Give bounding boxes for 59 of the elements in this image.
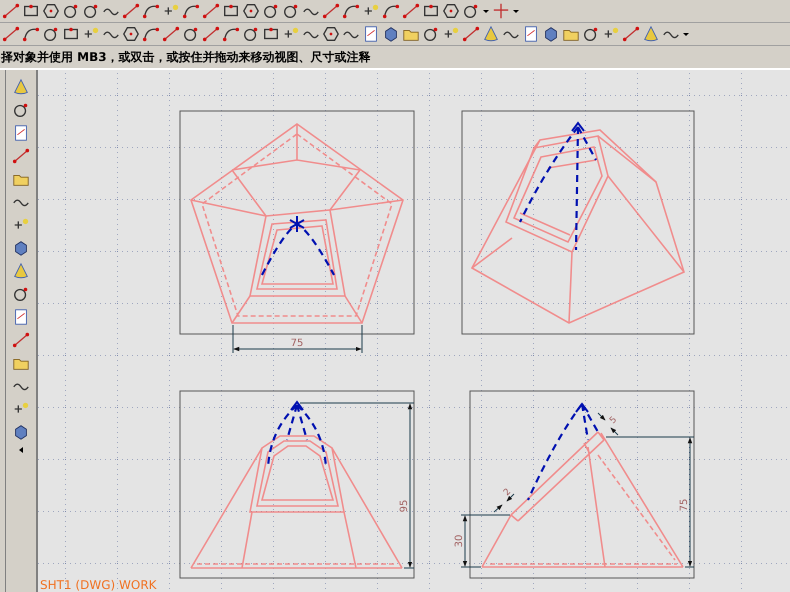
arc-icon[interactable] [142, 2, 160, 20]
dimension-label: 75 [679, 498, 690, 512]
line-icon[interactable] [622, 25, 640, 43]
hexagon-icon[interactable] [42, 2, 60, 20]
circle-icon[interactable] [62, 2, 80, 20]
document-icon[interactable] [522, 25, 540, 43]
circle-icon[interactable] [182, 25, 200, 43]
line-icon[interactable] [2, 25, 20, 43]
prompt-text: 择对象并使用 MB3，或双击，或按住并拖动来移动视图、尺寸或注释 [0, 48, 371, 66]
circle-icon[interactable] [582, 25, 600, 43]
cone-icon[interactable] [482, 25, 500, 43]
line-icon[interactable] [202, 25, 220, 43]
dimension-label: 5 [608, 415, 620, 426]
dimension-label: 30 [454, 534, 465, 548]
circle-icon[interactable] [422, 25, 440, 43]
dimension-line [494, 494, 514, 512]
line-icon[interactable] [122, 2, 140, 20]
cone-icon[interactable] [642, 25, 660, 43]
cone-icon[interactable] [12, 262, 30, 280]
circle-icon[interactable] [262, 2, 280, 20]
document-icon[interactable] [12, 124, 30, 142]
circle-icon[interactable] [82, 2, 100, 20]
hexagon-icon[interactable] [322, 25, 340, 43]
hexagon-icon[interactable] [122, 25, 140, 43]
circle-icon[interactable] [12, 101, 30, 119]
line-icon[interactable] [322, 2, 340, 20]
line-icon[interactable] [202, 2, 220, 20]
dimension-label: 95 [399, 500, 410, 512]
sheet-label: SHT1 (DWG) WORK [40, 578, 157, 592]
hexagon-icon[interactable] [242, 2, 260, 20]
caret-icon[interactable] [17, 446, 25, 454]
arc-icon[interactable] [382, 2, 400, 20]
line-icon[interactable] [12, 331, 30, 349]
circle-icon[interactable] [242, 25, 260, 43]
arc-icon[interactable] [22, 25, 40, 43]
hexagon-icon[interactable] [442, 2, 460, 20]
cone-icon[interactable] [12, 78, 30, 96]
crosshair-icon[interactable] [492, 2, 510, 20]
line-icon[interactable] [2, 2, 20, 20]
dimension-line [460, 514, 510, 568]
dimension-label: 2 [502, 487, 514, 498]
arc-icon[interactable] [222, 25, 240, 43]
arc-icon[interactable] [182, 2, 200, 20]
caret-icon[interactable] [482, 7, 490, 15]
arc-icon[interactable] [142, 25, 160, 43]
line-icon[interactable] [162, 25, 180, 43]
circle-icon[interactable] [12, 285, 30, 303]
line-icon[interactable] [402, 2, 420, 20]
line-icon[interactable] [12, 147, 30, 165]
circle-icon[interactable] [462, 2, 480, 20]
line-icon[interactable] [462, 25, 480, 43]
circle-icon[interactable] [42, 25, 60, 43]
circle-icon[interactable] [282, 2, 300, 20]
dimension-label: 75 [290, 338, 304, 349]
document-icon[interactable] [12, 308, 30, 326]
caret-icon[interactable] [682, 30, 690, 38]
caret-icon[interactable] [512, 7, 520, 15]
document-icon[interactable] [362, 25, 380, 43]
arc-icon[interactable] [342, 2, 360, 20]
